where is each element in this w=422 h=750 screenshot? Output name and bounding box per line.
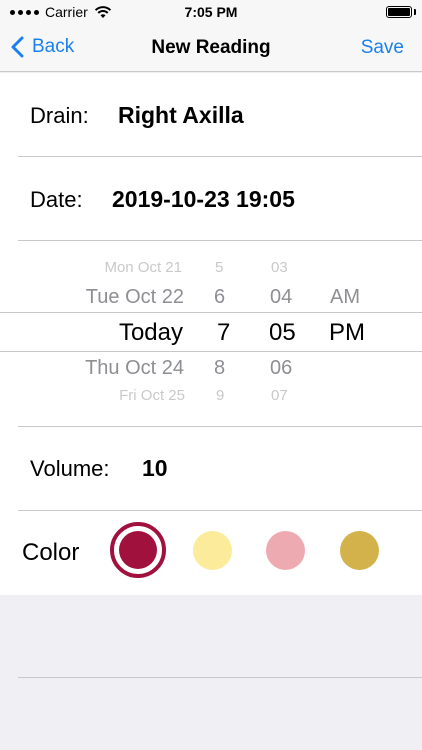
nav-bar: Back New Reading Save: [0, 24, 422, 72]
battery-cap: [414, 9, 416, 15]
picker-day[interactable]: Tue Oct 22: [86, 286, 184, 309]
picker-day[interactable]: Fri Oct 25: [119, 387, 185, 404]
date-label: Date:: [30, 187, 83, 212]
picker-hour-selected[interactable]: 7: [217, 319, 230, 347]
page-title: New Reading: [151, 37, 271, 58]
picker-day[interactable]: Thu Oct 24: [85, 357, 184, 380]
picker-minute-selected[interactable]: 05: [269, 319, 296, 347]
picker-ampm[interactable]: AM: [330, 286, 360, 309]
drain-row[interactable]: Drain: Right Axilla: [0, 73, 422, 157]
picker-minute[interactable]: 06: [270, 357, 292, 380]
picker-minute[interactable]: 07: [271, 387, 288, 404]
picker-hour[interactable]: 5: [215, 259, 223, 276]
picker-day[interactable]: Mon Oct 21: [104, 259, 182, 276]
date-row[interactable]: Date: 2019-10-23 19:05: [0, 157, 422, 241]
volume-value[interactable]: 10: [142, 455, 168, 482]
color-swatch[interactable]: [340, 531, 379, 570]
picker-day-selected[interactable]: Today: [119, 319, 183, 347]
date-time-picker[interactable]: Mon Oct 21 Tue Oct 22 Today Thu Oct 24 F…: [0, 241, 422, 426]
screen: Carrier 7:05 PM Back New Reading Save Dr…: [0, 0, 422, 750]
picker-minute[interactable]: 03: [271, 259, 288, 276]
save-button[interactable]: Save: [361, 37, 404, 59]
picker-hour[interactable]: 6: [214, 286, 225, 309]
drain-value: Right Axilla: [118, 102, 244, 128]
date-value: 2019-10-23 19:05: [112, 186, 295, 212]
picker-hour[interactable]: 8: [214, 357, 225, 380]
battery-icon: [386, 6, 412, 18]
color-swatch-selected[interactable]: [110, 522, 166, 578]
picker-hour[interactable]: 9: [216, 387, 224, 404]
color-swatch-fill: [119, 531, 157, 569]
color-row: Color: [0, 511, 422, 595]
color-swatch[interactable]: [193, 531, 232, 570]
volume-row[interactable]: Volume: 10: [0, 427, 422, 511]
picker-minute[interactable]: 04: [270, 286, 292, 309]
picker-selection-top: [0, 312, 422, 313]
divider: [18, 677, 422, 678]
color-label: Color: [22, 539, 80, 566]
status-bar: Carrier 7:05 PM: [0, 0, 422, 24]
picker-selection-bottom: [0, 351, 422, 352]
status-time: 7:05 PM: [184, 4, 238, 20]
color-swatch[interactable]: [266, 531, 305, 570]
volume-label: Volume:: [30, 456, 110, 481]
drain-label: Drain:: [30, 103, 89, 128]
picker-ampm-selected[interactable]: PM: [329, 319, 365, 347]
reading-form: Drain: Right Axilla Date: 2019-10-23 19:…: [0, 73, 422, 595]
